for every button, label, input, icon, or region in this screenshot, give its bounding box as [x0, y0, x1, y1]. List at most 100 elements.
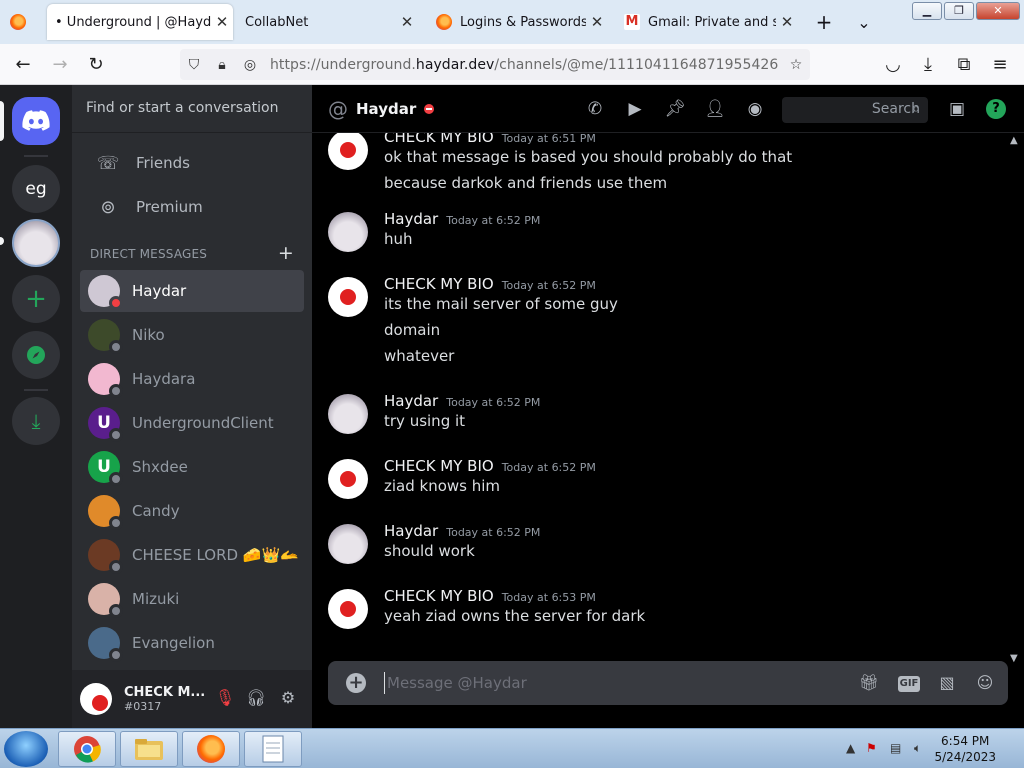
voice-call-icon[interactable]: ✆ [584, 99, 606, 121]
chat-recipient-name[interactable]: Haydar [356, 100, 416, 118]
tab-collabnet[interactable]: CollabNet ✕ [238, 4, 418, 40]
message-avatar[interactable] [328, 277, 368, 317]
message-input[interactable] [384, 672, 824, 694]
taskbar-chrome[interactable] [58, 731, 116, 767]
message-author[interactable]: CHECK MY BIO [384, 587, 494, 605]
download-apps-icon[interactable]: ⤓ [12, 397, 60, 445]
find-conversation-button[interactable]: Find or start a conversation [82, 93, 302, 123]
chat-search-input[interactable]: Search ⌕ [782, 97, 928, 123]
message-author[interactable]: Haydar [384, 210, 438, 228]
lock-icon[interactable]: 🔒︎ [208, 57, 236, 73]
url-bar[interactable]: ⛉ 🔒︎ ◎ https://underground.haydar.dev/ch… [180, 49, 810, 80]
add-friends-to-dm-icon[interactable]: 👤︎ [704, 99, 726, 121]
message-header: Haydar Today at 6:52 PM [384, 392, 540, 410]
taskbar-notepad[interactable] [244, 731, 302, 767]
message-author[interactable]: CHECK MY BIO [384, 457, 494, 475]
sticker-icon[interactable]: ▧ [936, 673, 958, 695]
gif-icon[interactable]: GIF [898, 676, 920, 692]
url-prefix: https://underground. [270, 56, 416, 73]
dm-item[interactable]: Mizuki [80, 578, 304, 620]
message-avatar[interactable] [328, 133, 368, 170]
add-server-icon[interactable]: + [12, 275, 60, 323]
start-button[interactable] [4, 731, 48, 767]
downloads-icon[interactable]: ⤓ [915, 52, 941, 78]
permissions-icon[interactable]: ◎ [236, 57, 264, 73]
message-avatar[interactable] [328, 459, 368, 499]
minimize-button[interactable]: ▁ [912, 2, 942, 20]
dm-item[interactable]: CHEESE LORD 🧀👑🫴 [80, 534, 304, 576]
gift-icon[interactable]: 🎁︎ [858, 673, 880, 695]
attach-plus-icon[interactable]: + [346, 673, 366, 693]
user-info[interactable]: CHECK M... #0317 [124, 685, 205, 713]
scroll-up-icon[interactable]: ▲ [1010, 135, 1020, 149]
list-all-tabs-button[interactable]: ⌄ [852, 4, 876, 40]
user-avatar[interactable] [80, 683, 112, 715]
tab-logins-passwords[interactable]: Logins & Passwords ✕ [428, 4, 608, 40]
message-avatar[interactable] [328, 524, 368, 564]
dm-item[interactable]: Niko [80, 314, 304, 356]
message-author[interactable]: CHECK MY BIO [384, 275, 494, 293]
back-arrow-icon[interactable]: ← [10, 52, 36, 78]
pocket-icon[interactable]: ◡ [880, 52, 906, 78]
tab-gmail[interactable]: M Gmail: Private and secure ✕ [616, 4, 798, 40]
tab-underground[interactable]: • Underground | @Haydar ✕ [47, 4, 233, 40]
dm-item[interactable]: Evangelion [80, 622, 304, 664]
tray-volume-icon[interactable]: 🔈︎ [914, 741, 921, 756]
video-call-icon[interactable]: ▶︎ [624, 99, 646, 121]
close-window-button[interactable]: ✕ [976, 2, 1020, 20]
inbox-icon[interactable]: ▣ [946, 99, 968, 121]
message-author[interactable]: Haydar [384, 392, 438, 410]
tab-close-icon[interactable]: ✕ [776, 13, 798, 31]
tray-expand-icon[interactable]: ▲ [846, 741, 855, 755]
help-icon[interactable]: ? [986, 99, 1006, 119]
discord-home-icon[interactable] [12, 97, 60, 145]
taskbar-file-explorer[interactable] [120, 731, 178, 767]
dm-item[interactable]: Haydara [80, 358, 304, 400]
url-text[interactable]: https://underground.haydar.dev/channels/… [270, 57, 778, 73]
dm-item[interactable]: Haydar [80, 270, 304, 312]
bookmark-star-icon[interactable]: ☆ [782, 57, 810, 73]
server-eg[interactable]: eg [12, 165, 60, 213]
tab-close-icon[interactable]: ✕ [396, 13, 418, 31]
server-anime-avatar[interactable] [12, 219, 60, 267]
message-author[interactable]: Haydar [384, 522, 438, 540]
message-header: Haydar Today at 6:52 PM [384, 522, 540, 540]
message-avatar[interactable] [328, 394, 368, 434]
hamburger-menu-icon[interactable]: ≡ [987, 52, 1013, 78]
scroll-down-icon[interactable]: ▼ [1010, 653, 1020, 667]
dm-item[interactable]: U UndergroundClient [80, 402, 304, 444]
extensions-icon[interactable]: ⧉ [951, 52, 977, 78]
shield-icon[interactable]: ⛉ [180, 57, 208, 73]
mute-mic-icon[interactable]: 🎙︎ [214, 688, 236, 710]
message-avatar[interactable] [328, 212, 368, 252]
create-dm-plus-icon[interactable]: + [278, 244, 294, 263]
nav-friends[interactable]: ☏ Friends [80, 142, 304, 184]
tab-close-icon[interactable]: ✕ [211, 13, 233, 31]
pinned-messages-icon[interactable]: 📌︎ [664, 99, 686, 121]
headphones-icon[interactable]: 🎧︎ [245, 688, 267, 710]
user-profile-icon[interactable]: ◉ [744, 99, 766, 121]
offline-status-icon [109, 648, 123, 662]
reload-icon[interactable]: ↻ [83, 52, 109, 78]
dm-item[interactable]: Candy [80, 490, 304, 532]
explore-compass-icon[interactable] [12, 331, 60, 379]
forward-arrow-icon[interactable]: → [47, 52, 73, 78]
emoji-icon[interactable]: ☺ [974, 673, 996, 695]
tray-network-icon[interactable]: ▤ [890, 741, 901, 755]
nav-friends-label: Friends [136, 154, 190, 172]
settings-gear-icon[interactable]: ⚙ [277, 688, 299, 710]
new-tab-button[interactable]: + [812, 4, 836, 40]
restore-button[interactable]: ❐ [944, 2, 974, 20]
server-list: eg + ⤓ [0, 85, 72, 728]
tab-close-icon[interactable]: ✕ [586, 13, 608, 31]
message-avatar[interactable] [328, 589, 368, 629]
dm-avatar: U [88, 451, 123, 486]
nav-premium[interactable]: ⊚ Premium [80, 186, 304, 228]
system-clock[interactable]: 6:54 PM 5/24/2023 [934, 733, 996, 765]
chat-scrollbar[interactable]: ▲ ▼ [1010, 135, 1020, 664]
firefox-menu-icon[interactable] [10, 14, 26, 30]
message-author[interactable]: CHECK MY BIO [384, 133, 494, 146]
dm-item[interactable]: U Shxdee [80, 446, 304, 488]
taskbar-firefox[interactable] [182, 731, 240, 767]
tray-flag-icon[interactable]: ⚑ [866, 741, 877, 755]
